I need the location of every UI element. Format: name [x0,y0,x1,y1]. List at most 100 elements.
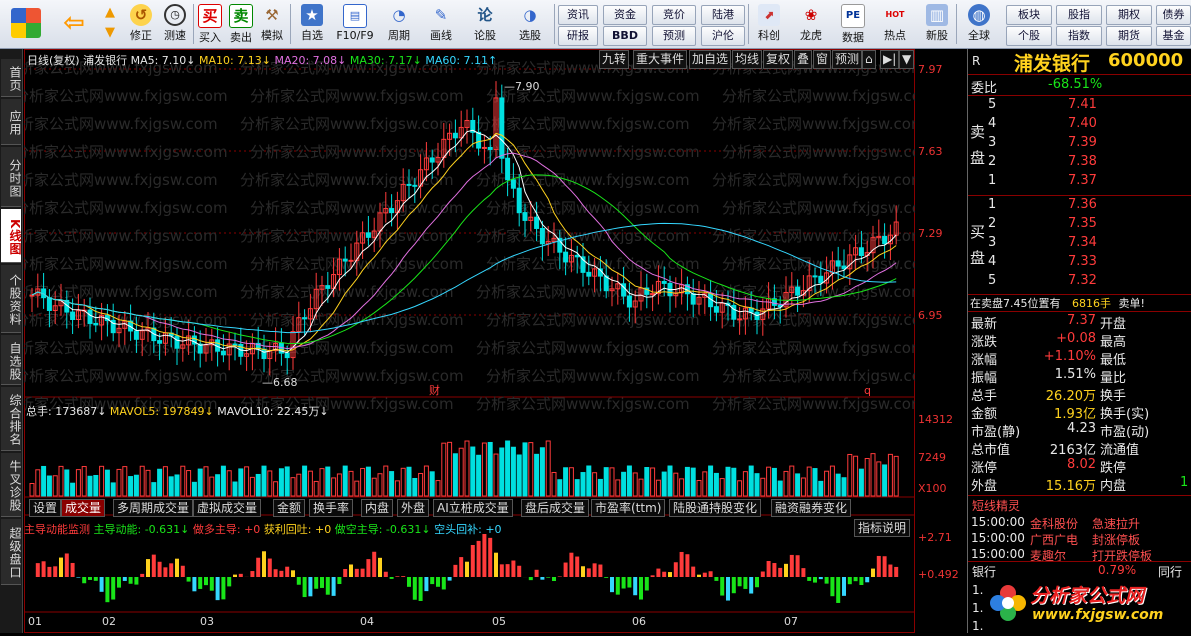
kechuang-button[interactable]: ⬈ 科创 [752,3,786,45]
tab-stock-info[interactable]: 个股资料 [1,265,21,333]
hot-button[interactable]: HOT 热点 [878,3,912,45]
pill-bonds[interactable]: 债券 [1156,5,1191,25]
subtab-11[interactable]: 陆股通持股变化 [669,499,761,517]
sell-price-3[interactable]: 7.39 [1068,135,1097,150]
buy-price-1[interactable]: 7.36 [1068,197,1097,212]
pill-futures[interactable]: 期货 [1106,26,1152,46]
menu-window[interactable]: 窗 [813,50,831,69]
tab-diagnosis[interactable]: 牛叉诊股 [1,453,21,517]
simulate-button[interactable]: ⚒ 模拟 [258,3,286,45]
subtab-10[interactable]: 市盈率(ttm) [591,499,665,517]
kline-chart-area[interactable]: 分析家公式网www.fxjgsw.com 分析家公式网www.fxjgsw.com… [24,49,915,633]
data-button[interactable]: PE 数据 [836,3,870,45]
indicator-help-button[interactable]: 指标说明 [854,519,910,537]
dragon-tiger-button[interactable]: ❀ 龙虎 [794,3,828,45]
pill-stocks[interactable]: 个股 [1006,26,1052,46]
menu-ma[interactable]: 均线 [732,50,762,69]
subtab-4[interactable]: 金额 [273,499,305,517]
back-button[interactable]: ⇦ [54,3,94,45]
watermark: 分析家公式网www.fxjgsw.com [24,227,218,245]
buy-icon: 买 [198,4,222,28]
favorites-button[interactable]: ★ 自选 [294,3,330,45]
tab-watchlist[interactable]: 自选股 [1,335,21,385]
buy-button[interactable]: 买 买入 [196,3,224,45]
buy-price-4[interactable]: 7.33 [1068,254,1097,269]
big-order-notice[interactable]: 在卖盘7.45位置有 6816手 卖单! [970,295,1145,311]
dropdown-icon[interactable]: ▼ [899,50,914,69]
sell-button[interactable]: 卖 卖出 [227,3,255,45]
lock-icon[interactable]: ⌂ [862,50,876,69]
indicator-duo-value: 做多主导: +0 [193,523,260,536]
subtab-6[interactable]: 内盘 [361,499,393,517]
jingling-1-1[interactable]: 广西广电 [1030,531,1078,548]
subtab-9[interactable]: 盘后成交量 [521,499,589,517]
discuss-button[interactable]: 论 论股 [466,3,504,45]
menu-forecast[interactable]: 预测 [832,50,862,69]
subtab-8[interactable]: AI立桩成交量 [433,499,513,517]
revise-button[interactable]: ↺ 修正 [126,3,156,45]
pill-options[interactable]: 期权 [1106,5,1152,25]
pill-news[interactable]: 资讯 [558,5,598,25]
period-label[interactable]: 日线(复权) [27,54,80,67]
buy-price-3[interactable]: 7.34 [1068,235,1097,250]
menu-adjust[interactable]: 复权 [763,50,793,69]
subtab-1[interactable]: 成交量 [61,499,105,517]
pill-forecast[interactable]: 预测 [652,26,696,46]
sell-price-2[interactable]: 7.38 [1068,154,1097,169]
pill-shanghai-london[interactable]: 沪伦 [701,26,745,46]
tab-home[interactable]: 首页 [1,59,21,97]
jingling-0-1[interactable]: 金科股份 [1030,515,1078,532]
tab-kline[interactable]: K线图 [1,209,21,263]
flower-logo-icon [988,583,1028,623]
pill-indices[interactable]: 指数 [1056,26,1102,46]
stock-select-button[interactable]: ◑ 选股 [508,3,552,45]
stat-label-3: 振幅 [971,367,997,386]
pill-bbd[interactable]: BBD [603,26,647,46]
subtab-2[interactable]: 多周期成交量 [113,499,193,517]
subtab-0[interactable]: 设置 [29,499,61,517]
subtab-7[interactable]: 外盘 [397,499,429,517]
sell-price-1[interactable]: 7.37 [1068,173,1097,188]
grid-button[interactable] [3,3,49,45]
pill-auction[interactable]: 竞价 [652,5,696,25]
speed-test-button[interactable]: ◷ 测速 [160,3,190,45]
pill-funds[interactable]: 资金 [603,5,647,25]
indicator-huotou-value: 获利回吐: +0 [264,523,331,536]
watermark: 分析家公式网www.fxjgsw.com [722,255,915,273]
pill-sector[interactable]: 板块 [1006,5,1052,25]
tab-super-pankou[interactable]: 超级盘口 [1,519,21,585]
skip-end-icon[interactable]: ▶| [880,50,899,69]
sell-price-5[interactable]: 7.41 [1068,97,1097,112]
ipo-button[interactable]: ▥ 新股 [920,3,954,45]
tab-timeshare[interactable]: 分时图 [1,147,21,207]
kechuang-icon: ⬈ [758,4,780,26]
chart-header: 日线(复权) 浦发银行 MA5: 7.10↓ MA10: 7.13↓ MA20:… [27,52,497,68]
menu-major-events[interactable]: 重大事件 [633,50,687,69]
subtab-5[interactable]: 换手率 [309,499,353,517]
pill-stock-index[interactable]: 股指 [1056,5,1102,25]
logo-url: www.fxjgsw.com [1032,607,1163,623]
pill-research[interactable]: 研报 [558,26,598,46]
q-event-marker[interactable]: q [864,384,871,397]
period-button[interactable]: ◔ 周期 [380,3,418,45]
tab-apps[interactable]: 应用 [1,99,21,145]
f10-button[interactable]: ▤ F10/F9 [334,3,376,45]
stat-label-4: 总手 [971,385,997,404]
pill-funds-right[interactable]: 基金 [1156,26,1191,46]
menu-overlay[interactable]: 叠 [794,50,812,69]
global-button[interactable]: ◍ 全球 [960,3,998,45]
finance-event-marker[interactable]: 财 [429,383,440,397]
sell-price-4[interactable]: 7.40 [1068,116,1097,131]
menu-add-favorite[interactable]: 加自选 [689,50,731,69]
watermark: 分析家公式网www.fxjgsw.com [24,199,228,217]
pill-hk-connect[interactable]: 陆港 [701,5,745,25]
page-up-down-button[interactable]: ▲▼ [98,3,122,45]
buy-price-2[interactable]: 7.35 [1068,216,1097,231]
menu-jiuzhuan[interactable]: 九转 [599,50,629,69]
draw-line-button[interactable]: ✎ 画线 [422,3,460,45]
subtab-3[interactable]: 虚拟成交量 [193,499,261,517]
tab-ranking[interactable]: 综合排名 [1,387,21,451]
subtab-12[interactable]: 融资融券变化 [771,499,851,517]
buy-price-5[interactable]: 7.32 [1068,273,1097,288]
mavol10-label: MAVOL10: 22.45万↓ [217,405,328,418]
